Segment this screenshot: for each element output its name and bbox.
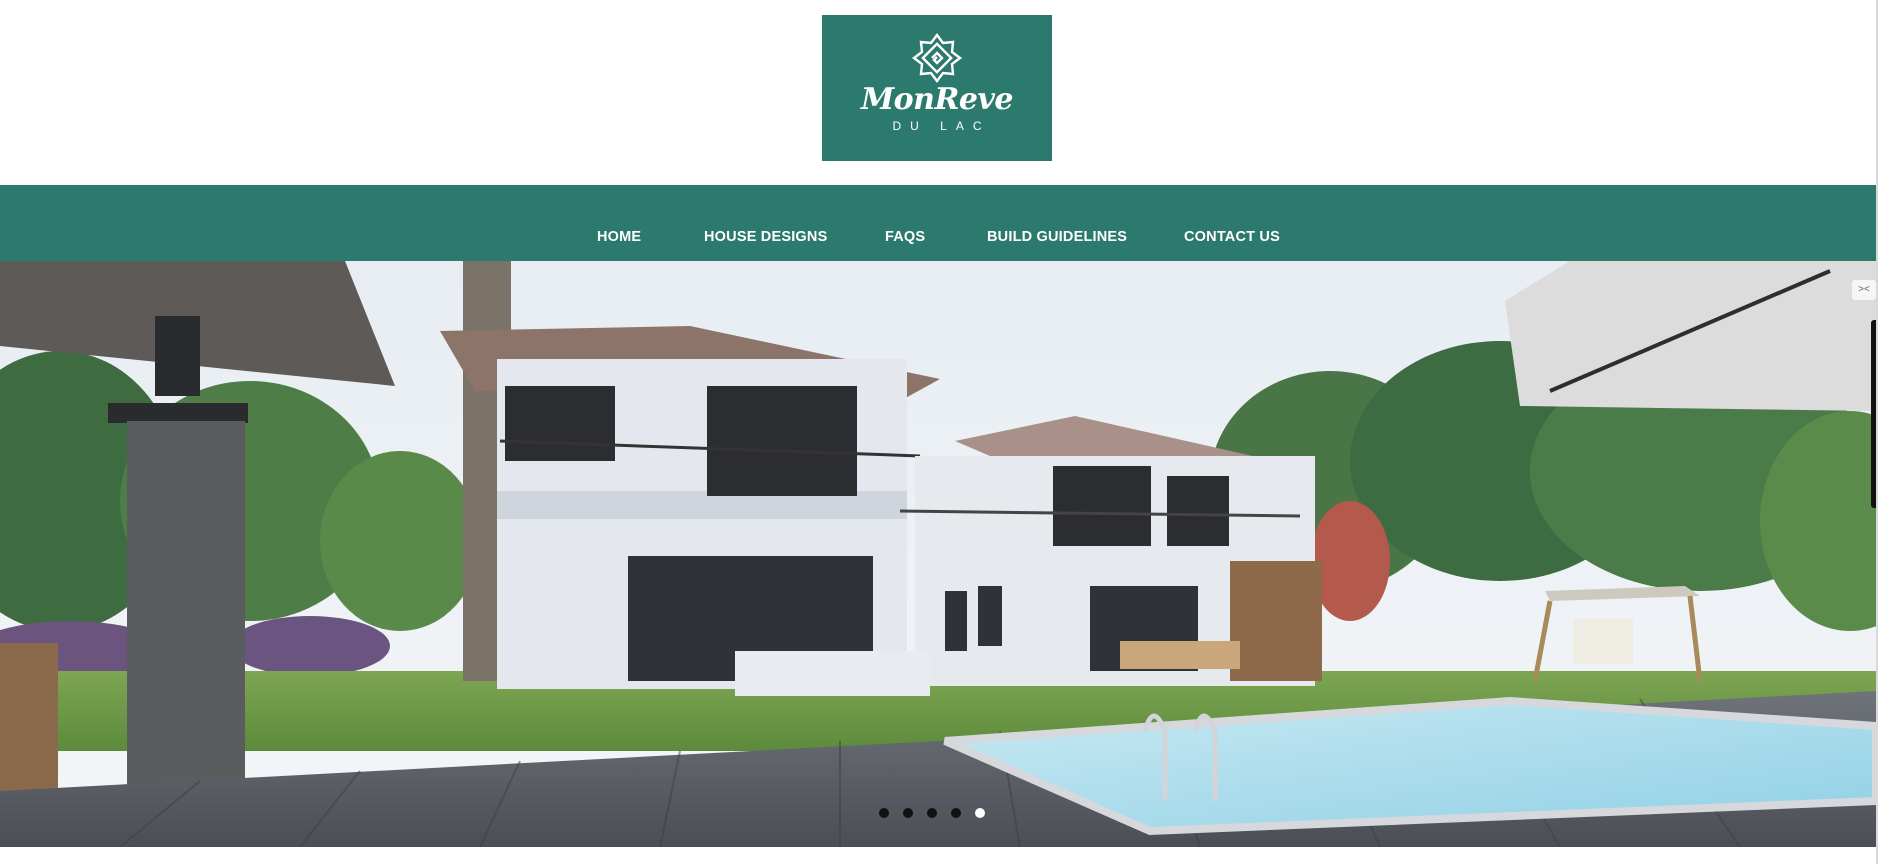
slider-dot-5[interactable] (975, 808, 985, 818)
nav-item-house-designs[interactable]: HOUSE DESIGNS (704, 229, 827, 245)
nav-item-faqs[interactable]: FAQS (885, 229, 925, 245)
nav-item-contact-us[interactable]: CONTACT US (1184, 229, 1280, 245)
slider-dot-2[interactable] (903, 808, 913, 818)
slider-dot-4[interactable] (951, 808, 961, 818)
hero-slider[interactable] (0, 261, 1876, 847)
brand-subtitle: DU LAC (892, 119, 991, 133)
expand-icon[interactable]: >< (1852, 280, 1876, 300)
brand-name: MonReve (860, 82, 1014, 117)
logo-emblem-icon (912, 33, 962, 83)
nav-item-home[interactable]: HOME (597, 229, 641, 245)
brand-logo[interactable]: MonReve DU LAC (822, 15, 1052, 161)
nav-item-build-guidelines[interactable]: BUILD GUIDELINES (987, 229, 1127, 245)
slider-dot-3[interactable] (927, 808, 937, 818)
slider-dot-1[interactable] (879, 808, 889, 818)
main-navigation: HOME HOUSE DESIGNS FAQS BUILD GUIDELINES… (0, 185, 1876, 261)
site-header: MonReve DU LAC (0, 0, 1878, 185)
hero-house-render (0, 261, 1876, 847)
slider-pagination (879, 808, 985, 818)
